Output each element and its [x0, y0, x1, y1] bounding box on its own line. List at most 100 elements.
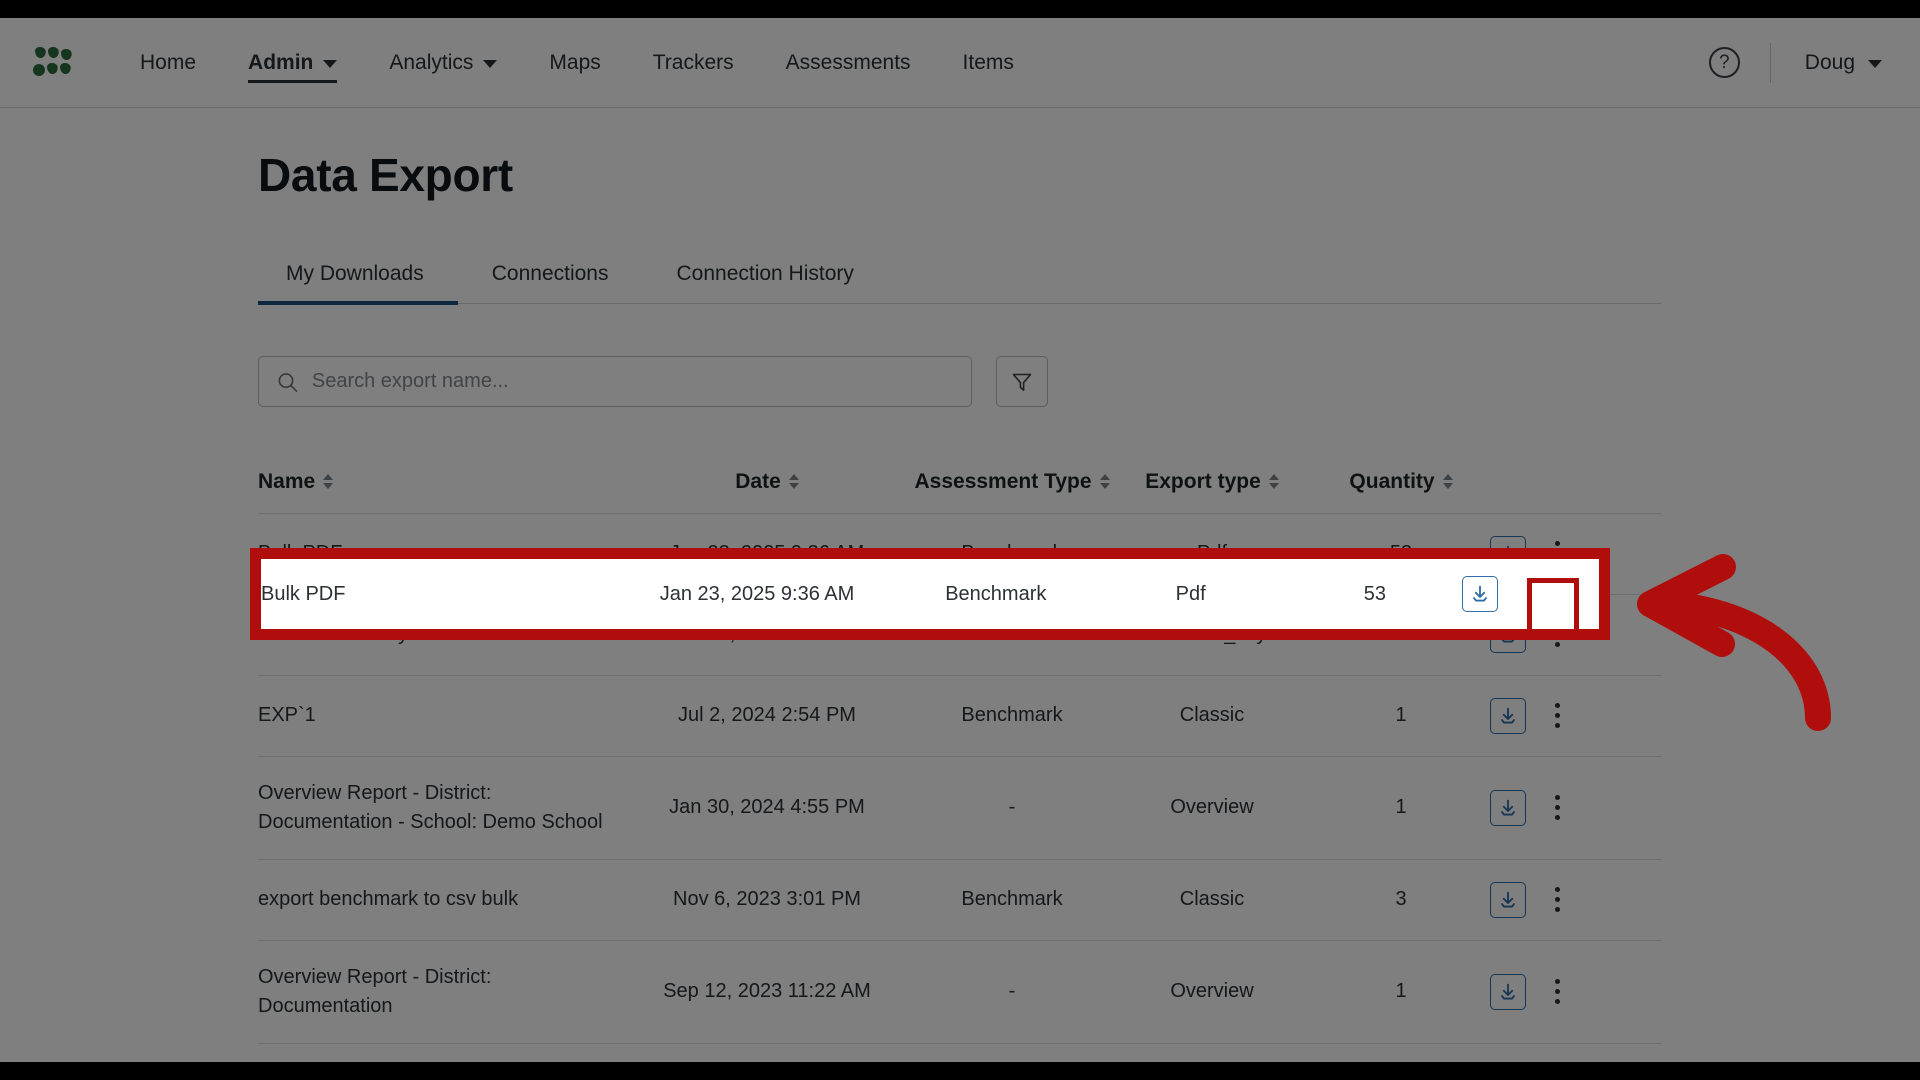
nav-item-assessments[interactable]: Assessments [760, 18, 937, 107]
user-menu[interactable]: Doug [1805, 51, 1892, 75]
cell-date: Jan 30, 2024 4:55 PM [669, 796, 865, 819]
cell-quantity: 1 [1395, 796, 1407, 819]
kebab-menu-icon[interactable] [1544, 974, 1570, 1010]
kebab-menu-icon[interactable] [1544, 698, 1570, 734]
table-row[interactable]: Overview Report - District: Documentatio… [258, 941, 1661, 1044]
column-header-label: Export type [1145, 470, 1261, 493]
nav-links: Home Admin Analytics Maps Trackers Asses… [114, 18, 1040, 107]
chevron-down-icon [323, 60, 338, 68]
column-header-actions [1490, 459, 1631, 487]
download-button[interactable] [1490, 697, 1526, 734]
nav-item-items[interactable]: Items [937, 18, 1040, 107]
nav-item-label: Maps [549, 50, 601, 74]
nav-item-admin[interactable]: Admin [222, 18, 363, 107]
cell-quantity: 1 [1395, 704, 1407, 727]
cell-date: Jul 2, 2024 2:54 PM [678, 704, 856, 727]
cell-export-type: Classic [1179, 888, 1245, 911]
cell-assessment-type: - [912, 1047, 1112, 1062]
column-header-assessment-type[interactable]: Assessment Type [912, 459, 1112, 513]
column-header-export-type[interactable]: Export type [1112, 459, 1312, 513]
sort-icon [1442, 474, 1453, 490]
user-menu-label: Doug [1804, 50, 1855, 74]
cell-name: Overview Report - District: Documentatio… [258, 781, 603, 833]
nav-divider [1769, 42, 1771, 83]
kebab-menu-icon[interactable] [1544, 790, 1570, 826]
tab-label: My Downloads [286, 262, 424, 285]
column-header-label: Date [735, 470, 781, 493]
annotation-highlight-box [250, 548, 1610, 640]
chevron-down-icon [483, 60, 498, 68]
help-icon-glyph: ? [1719, 51, 1730, 73]
app-logo[interactable] [30, 43, 76, 83]
column-header-label: Assessment Type [914, 470, 1092, 493]
nav-item-home[interactable]: Home [114, 18, 222, 107]
tab-connections[interactable]: Connections [458, 262, 643, 303]
nav-item-label: Home [140, 50, 197, 74]
tab-my-downloads[interactable]: My Downloads [258, 262, 458, 305]
cell-date: Sep 12, 2023 11:22 AM [663, 980, 871, 1003]
column-header-quantity[interactable]: Quantity [1312, 459, 1490, 513]
tab-bar: My Downloads Connections Connection Hist… [258, 262, 1661, 305]
cell-name: export benchmark to csv bulk [258, 888, 519, 911]
help-icon[interactable]: ? [1708, 47, 1740, 78]
cell-quantity: 3 [1395, 888, 1407, 911]
cell-export-type: Overview [1112, 1047, 1312, 1062]
app-page: Home Admin Analytics Maps Trackers Asses… [0, 18, 1920, 1062]
filter-funnel-icon [1012, 373, 1032, 391]
column-header-label: Name [258, 470, 316, 493]
cell-actions [1490, 1044, 1631, 1062]
table-header: Name Date Assessment Type Export type Qu… [258, 459, 1661, 514]
download-button[interactable] [1490, 789, 1526, 826]
cell-assessment-type: - [1008, 796, 1016, 819]
column-header-label: Quantity [1349, 470, 1435, 493]
sort-icon [323, 474, 334, 490]
nav-item-analytics[interactable]: Analytics [363, 18, 523, 107]
sort-icon [788, 474, 799, 490]
cell-name: EXP`1 [258, 704, 316, 727]
download-icon [1501, 891, 1515, 908]
nav-item-label: Admin [248, 50, 314, 74]
cell-name: Overview Report - District: Documentatio… [258, 965, 492, 1017]
download-icon [1501, 983, 1515, 1000]
search-input[interactable] [311, 370, 953, 393]
screenshot-root: Home Admin Analytics Maps Trackers Asses… [0, 0, 1920, 1080]
nav-item-label: Trackers [652, 50, 734, 74]
nav-item-trackers[interactable]: Trackers [627, 18, 760, 107]
cell-actions [1490, 952, 1631, 1032]
download-icon [1501, 799, 1515, 816]
letterbox-top [0, 0, 1920, 18]
cell-assessment-type: Benchmark [961, 704, 1063, 727]
sort-icon [1268, 474, 1279, 490]
download-button[interactable] [1490, 881, 1526, 918]
table-header-row: Name Date Assessment Type Export type Qu… [258, 459, 1661, 514]
table-row[interactable]: Overview Report - District: Documentatio… [258, 757, 1661, 860]
nav-item-maps[interactable]: Maps [523, 18, 626, 107]
tab-label: Connections [491, 262, 609, 285]
nav-item-label: Assessments [785, 50, 911, 74]
table-row[interactable]: export benchmark to csv bulk Nov 6, 2023 … [258, 860, 1661, 941]
cell-name: Overview Report - District: [258, 1047, 622, 1062]
search-icon [278, 372, 298, 392]
cell-date: Nov 6, 2023 3:01 PM [673, 888, 861, 911]
search-box[interactable] [258, 356, 972, 407]
cell-export-type: Overview [1170, 980, 1254, 1003]
nav-right-cluster: ? Doug [1708, 42, 1892, 83]
cell-export-type: Overview [1170, 796, 1254, 819]
tab-connection-history[interactable]: Connection History [642, 262, 887, 303]
cell-actions [1490, 860, 1631, 940]
cell-actions [1490, 768, 1631, 848]
kebab-menu-icon[interactable] [1544, 882, 1570, 918]
page-title: Data Export [258, 149, 513, 201]
filter-button[interactable] [996, 356, 1048, 407]
nav-item-label: Items [962, 50, 1014, 74]
table-row[interactable]: EXP`1 Jul 2, 2024 2:54 PM Benchmark Classic… [258, 676, 1661, 757]
column-header-name[interactable]: Name [258, 459, 622, 513]
cell-quantity: 1 [1395, 980, 1407, 1003]
search-row [258, 356, 1920, 407]
cell-assessment-type: Benchmark [961, 888, 1063, 911]
sort-icon [1099, 474, 1110, 490]
table-row[interactable]: Overview Report - District:Aug 24, 2023 … [258, 1044, 1661, 1062]
download-button[interactable] [1490, 973, 1526, 1010]
column-header-date[interactable]: Date [622, 459, 912, 513]
download-icon [1501, 707, 1515, 724]
